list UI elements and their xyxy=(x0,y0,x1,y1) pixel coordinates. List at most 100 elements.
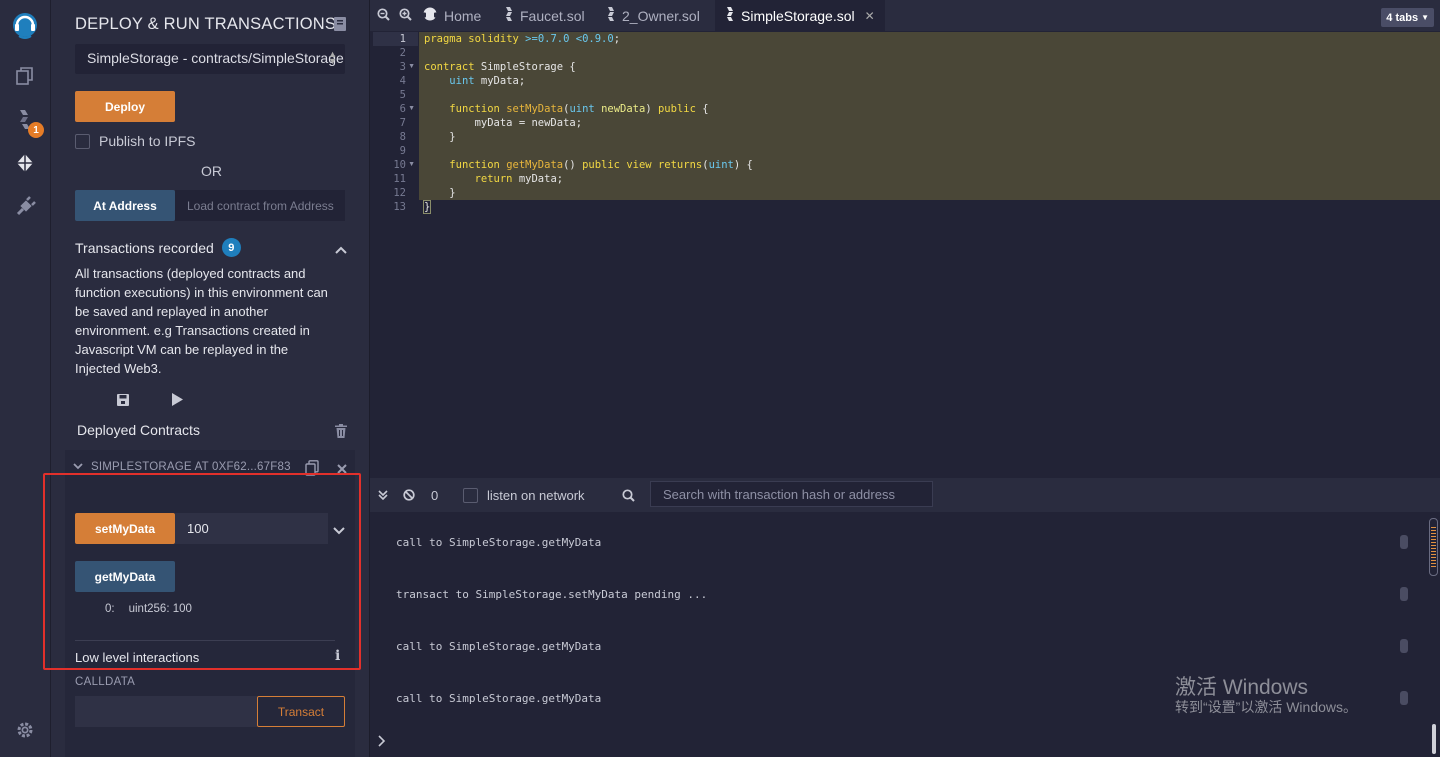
getmydata-button[interactable]: getMyData xyxy=(75,561,175,592)
instance-title: SIMPLESTORAGE AT 0XF62...67F83 xyxy=(91,461,291,473)
fold-arrow-icon[interactable]: ▼ xyxy=(408,60,415,74)
line-number: 5 xyxy=(399,89,406,101)
line-number: 12 xyxy=(393,187,406,199)
collapse-terminal-icon[interactable] xyxy=(378,478,388,512)
tab-label: Home xyxy=(444,7,482,24)
line-number: 9 xyxy=(399,145,406,157)
terminal-toolbar: 0 listen on network Search with transact… xyxy=(370,478,1440,512)
line-number: 8 xyxy=(399,131,406,143)
instance-header[interactable]: SIMPLESTORAGE AT 0XF62...67F83 xyxy=(73,461,291,473)
setmydata-input[interactable]: 100 xyxy=(175,513,328,544)
copy-icon[interactable] xyxy=(305,460,319,481)
remix-ide: 1 DEPLOY & RUN TRANSACTIONS SimpleStorag… xyxy=(0,0,1440,757)
bracket-match-marker xyxy=(423,200,431,214)
tabs-count-dropdown[interactable]: 4 tabs ▼ xyxy=(1381,8,1434,27)
line-number: 1 xyxy=(399,33,406,45)
terminal-scroll-thumb[interactable] xyxy=(1432,724,1436,754)
transactions-description: All transactions (deployed contracts and… xyxy=(75,266,328,376)
transactions-recorded-header[interactable]: Transactions recorded 9 xyxy=(75,238,241,257)
at-address-input[interactable]: Load contract from Address xyxy=(175,190,345,221)
deploy-run-panel: DEPLOY & RUN TRANSACTIONS SimpleStorage … xyxy=(51,0,369,757)
play-icon[interactable] xyxy=(171,393,183,411)
file-explorer-icon[interactable] xyxy=(13,64,37,88)
select-arrows-icon: ▲ ▼ xyxy=(328,49,337,66)
zoom-out-icon[interactable] xyxy=(377,8,390,26)
tab-label: Faucet.sol xyxy=(520,7,585,24)
getmydata-output: 0: uint256: 100 xyxy=(105,603,192,615)
log-entry[interactable]: transact to SimpleStorage.setMyData pend… xyxy=(396,588,707,601)
close-icon[interactable] xyxy=(337,461,347,479)
line-number: 7 xyxy=(399,117,406,129)
deployed-contract-instance: SIMPLESTORAGE AT 0XF62...67F83 setMyData… xyxy=(65,450,355,757)
panel-title: DEPLOY & RUN TRANSACTIONS xyxy=(75,15,337,33)
line-number: 11 xyxy=(393,173,406,185)
terminal-output: call to SimpleStorage.getMyData transact… xyxy=(370,512,1440,757)
calldata-label: CALLDATA xyxy=(75,676,136,688)
transaction-search-input[interactable]: Search with transaction hash or address xyxy=(650,481,933,507)
log-entry[interactable]: call to SimpleStorage.getMyData xyxy=(396,536,601,549)
solidity-file-icon xyxy=(606,7,616,24)
log-detail-icon[interactable] xyxy=(1400,691,1408,705)
tab-owner[interactable]: 2_Owner.sol xyxy=(596,0,710,31)
log-detail-icon[interactable] xyxy=(1400,639,1408,653)
output-index: 0: xyxy=(105,603,115,615)
transactions-recorded-label: Transactions recorded xyxy=(75,239,214,256)
terminal-scrollbar[interactable] xyxy=(1429,518,1438,576)
publish-ipfs-checkbox[interactable] xyxy=(75,133,90,149)
tab-faucet[interactable]: Faucet.sol xyxy=(494,0,595,31)
zoom-in-icon[interactable] xyxy=(399,8,412,26)
plugin-badge: 1 xyxy=(28,122,44,138)
divider xyxy=(75,640,335,641)
solidity-file-icon xyxy=(504,7,514,24)
deploy-run-icon[interactable] xyxy=(13,151,37,175)
tab-label: SimpleStorage.sol xyxy=(741,7,855,24)
deploy-button[interactable]: Deploy xyxy=(75,91,175,122)
pending-tx-count: 0 xyxy=(431,487,439,503)
output-value: uint256: 100 xyxy=(128,603,192,615)
scrollbar-grip[interactable] xyxy=(1431,527,1436,567)
setmydata-button[interactable]: setMyData xyxy=(75,513,175,544)
log-detail-icon[interactable] xyxy=(1400,535,1408,549)
tab-label: 2_Owner.sol xyxy=(622,7,700,24)
clear-console-icon[interactable] xyxy=(403,478,415,512)
calldata-input[interactable] xyxy=(75,696,257,727)
listen-network-checkbox[interactable] xyxy=(463,487,478,503)
deployed-contracts-label: Deployed Contracts xyxy=(77,422,200,438)
line-number: 3 xyxy=(399,61,406,73)
line-number: 10 xyxy=(393,159,406,171)
info-icon[interactable]: i xyxy=(335,648,340,664)
trash-icon[interactable] xyxy=(335,424,347,443)
remix-logo-icon[interactable] xyxy=(9,10,41,42)
settings-gear-icon[interactable] xyxy=(13,718,37,742)
source-code: pragma solidity >=0.7.0 <0.9.0; contract… xyxy=(424,33,753,213)
contract-select-value: SimpleStorage - contracts/SimpleStorage.… xyxy=(87,50,345,66)
icon-rail: 1 xyxy=(0,0,51,757)
code-editor[interactable]: pragma solidity >=0.7.0 <0.9.0; contract… xyxy=(419,31,1440,450)
chevron-up-icon[interactable] xyxy=(335,241,347,259)
caret-down-icon: ▼ xyxy=(1421,13,1429,22)
plugin-manager-icon[interactable] xyxy=(13,195,37,219)
windows-watermark-subtitle: 转到“设置”以激活 Windows。 xyxy=(1175,699,1358,715)
transact-button[interactable]: Transact xyxy=(257,696,345,727)
log-entry[interactable]: call to SimpleStorage.getMyData xyxy=(396,692,601,705)
documentation-icon[interactable] xyxy=(334,17,346,36)
at-address-button[interactable]: At Address xyxy=(75,190,175,221)
tab-home[interactable]: Home xyxy=(412,0,491,31)
home-icon xyxy=(422,6,438,25)
log-detail-icon[interactable] xyxy=(1400,587,1408,601)
or-separator: OR xyxy=(201,163,222,179)
search-icon xyxy=(622,478,635,512)
close-tab-icon[interactable]: ✕ xyxy=(865,9,875,23)
tabs-count-label: 4 tabs xyxy=(1386,11,1419,24)
line-number: 13 xyxy=(393,201,406,213)
console-prompt-icon[interactable] xyxy=(378,734,386,752)
fold-arrow-icon[interactable]: ▼ xyxy=(408,158,415,172)
tab-simplestorage[interactable]: SimpleStorage.sol ✕ xyxy=(715,0,885,31)
save-icon[interactable] xyxy=(117,393,129,411)
chevron-down-icon[interactable] xyxy=(73,461,83,473)
contract-select[interactable]: SimpleStorage - contracts/SimpleStorage.… xyxy=(75,44,345,74)
log-entry[interactable]: call to SimpleStorage.getMyData xyxy=(396,640,601,653)
fold-arrow-icon[interactable]: ▼ xyxy=(408,102,415,116)
expand-chevron-icon[interactable] xyxy=(333,522,345,540)
solidity-file-icon xyxy=(725,7,735,24)
